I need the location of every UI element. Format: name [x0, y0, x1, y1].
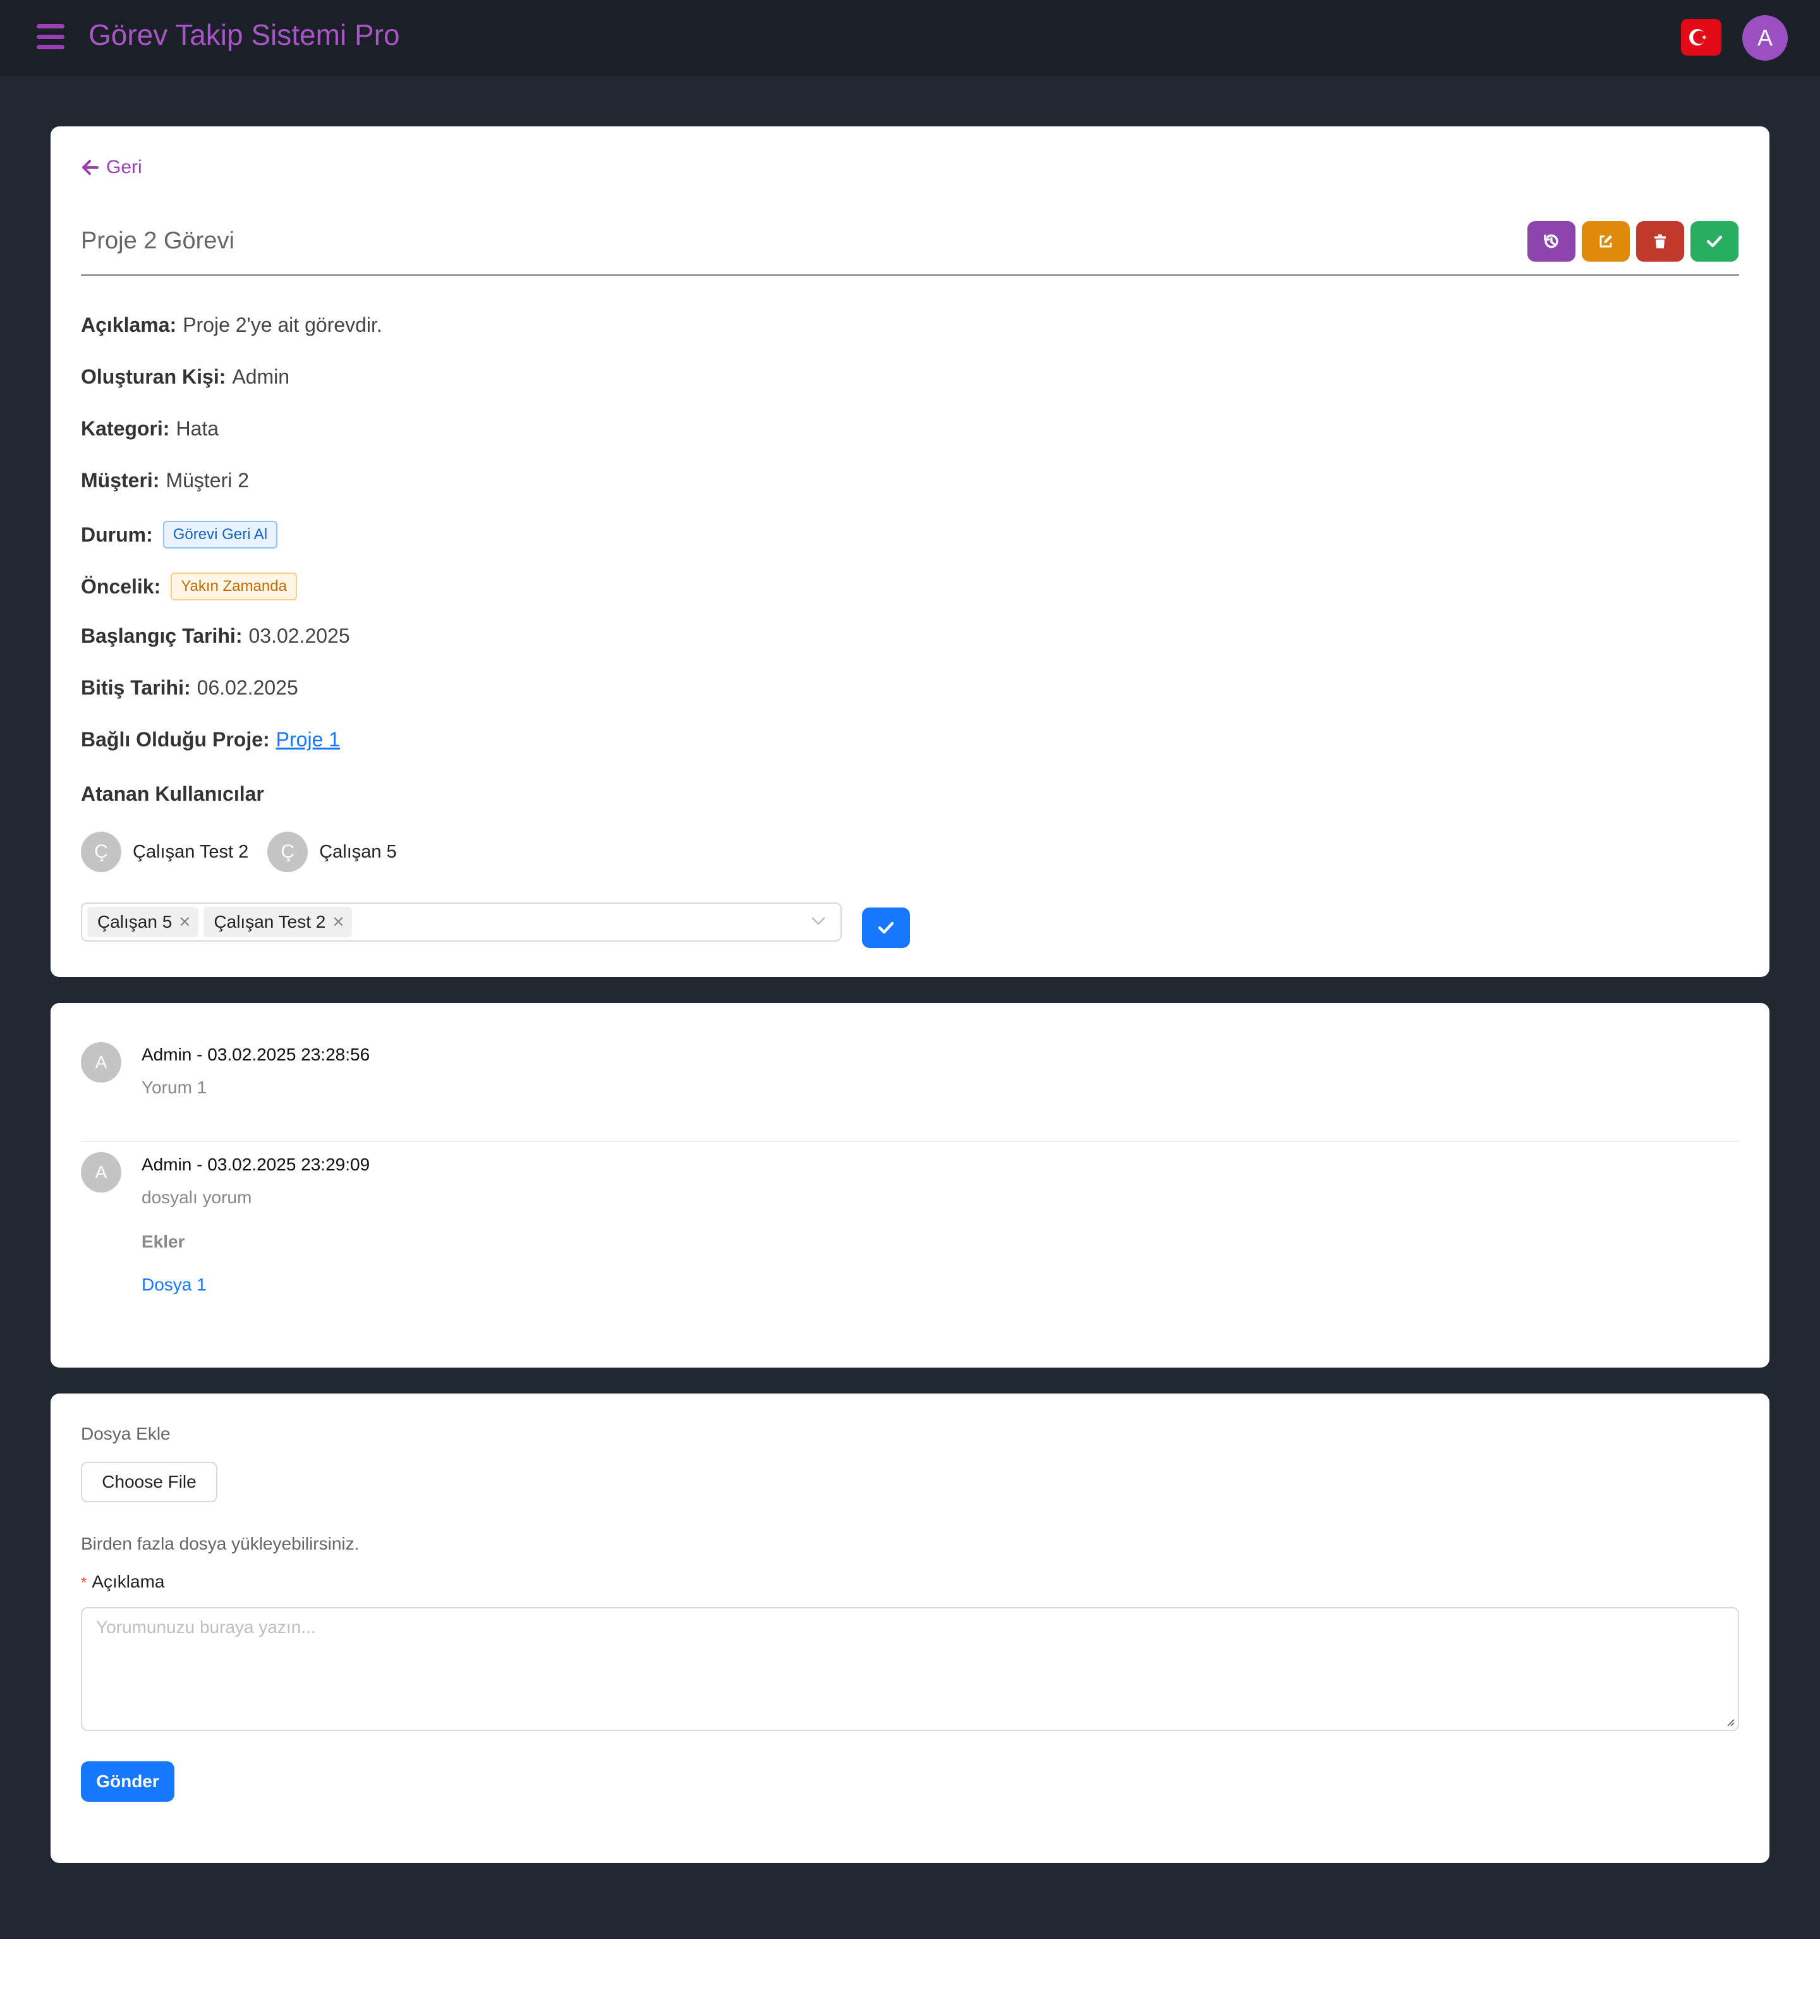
- field-value: Hata: [176, 417, 219, 440]
- description-label-text: Açıklama: [92, 1572, 165, 1591]
- comment-text: Yorum 1: [142, 1078, 207, 1097]
- field-value: Admin: [232, 365, 290, 388]
- field-label: Durum:: [81, 523, 153, 546]
- resize-handle-icon[interactable]: [1724, 1716, 1735, 1727]
- assigned-users-heading: Atanan Kullanıcılar: [81, 782, 264, 805]
- comment-form-card: Dosya Ekle Choose File Birden fazla dosy…: [51, 1394, 1769, 1863]
- choose-file-button[interactable]: Choose File: [81, 1462, 217, 1502]
- chevron-down-icon[interactable]: [810, 913, 827, 929]
- close-icon[interactable]: ✕: [178, 913, 191, 932]
- field-label: Müşteri:: [81, 469, 160, 492]
- attachments-title: Ekler: [142, 1232, 185, 1251]
- close-icon[interactable]: ✕: [332, 913, 344, 932]
- field-value: 03.02.2025: [248, 624, 350, 647]
- check-icon: [878, 921, 894, 934]
- file-upload-label: Dosya Ekle: [81, 1424, 171, 1443]
- field-start-date: Başlangıç Tarihi: 03.02.2025: [81, 624, 350, 648]
- history-button[interactable]: [1527, 221, 1575, 262]
- field-creator: Oluşturan Kişi: Admin: [81, 365, 289, 389]
- comment-meta: Admin - 03.02.2025 23:28:56: [142, 1045, 370, 1064]
- user-name: Çalışan Test 2: [133, 841, 249, 862]
- avatar: Ç: [81, 832, 121, 872]
- arrow-left-icon: [82, 160, 99, 175]
- assign-users-select[interactable]: Çalışan 5 ✕ Çalışan Test 2 ✕: [81, 902, 842, 942]
- field-customer: Müşteri: Müşteri 2: [81, 469, 249, 492]
- page: Görev Takip Sistemi Pro A Geri Proje 2 G…: [0, 0, 1820, 2016]
- select-chip: Çalışan Test 2 ✕: [203, 907, 353, 937]
- save-assignees-button[interactable]: [862, 908, 910, 948]
- task-detail-card: Geri Proje 2 Görevi Açıklama: Proje 2'ye…: [51, 126, 1769, 977]
- assigned-user: Ç Çalışan Test 2: [81, 832, 248, 872]
- field-status: Durum: Görevi Geri Al: [81, 521, 278, 549]
- field-label: Öncelik:: [81, 574, 161, 598]
- description-label: * Açıklama: [81, 1572, 165, 1592]
- field-description: Açıklama: Proje 2'ye ait görevdir.: [81, 313, 382, 337]
- assigned-users-list: Ç Çalışan Test 2 Ç Çalışan 5: [81, 832, 404, 872]
- field-priority: Öncelik: Yakın Zamanda: [81, 573, 297, 600]
- menu-icon[interactable]: [37, 24, 64, 49]
- field-category: Kategori: Hata: [81, 417, 219, 440]
- comments-card: A Admin - 03.02.2025 23:28:56 Yorum 1 A …: [51, 1003, 1769, 1368]
- edit-button[interactable]: [1582, 221, 1630, 262]
- field-project: Bağlı Olduğu Proje: Proje 1: [81, 728, 340, 751]
- back-link[interactable]: Geri: [81, 157, 142, 178]
- field-label: Açıklama:: [81, 313, 177, 336]
- turkish-flag-icon[interactable]: [1681, 19, 1721, 56]
- title-divider: [81, 274, 1739, 276]
- avatar: Ç: [267, 832, 308, 872]
- field-value: 06.02.2025: [197, 676, 298, 699]
- comment-meta: Admin - 03.02.2025 23:29:09: [142, 1155, 370, 1174]
- attachment-link[interactable]: Dosya 1: [142, 1275, 207, 1295]
- chip-label: Çalışan Test 2: [214, 912, 326, 932]
- status-badge[interactable]: Görevi Geri Al: [162, 521, 278, 549]
- comment-divider: [81, 1141, 1739, 1142]
- field-label: Bitiş Tarihi:: [81, 676, 191, 699]
- check-icon: [1706, 235, 1723, 248]
- field-label: Başlangıç Tarihi:: [81, 624, 243, 647]
- submit-button[interactable]: Gönder: [81, 1761, 174, 1802]
- file-hint: Birden fazla dosya yükleyebilirsiniz.: [81, 1534, 360, 1553]
- field-end-date: Bitiş Tarihi: 06.02.2025: [81, 676, 298, 700]
- avatar: A: [81, 1152, 121, 1193]
- textarea-placeholder: Yorumunuzu buraya yazın...: [96, 1617, 316, 1637]
- project-link[interactable]: Proje 1: [276, 728, 340, 751]
- task-actions: [1527, 221, 1738, 262]
- comment-textarea[interactable]: Yorumunuzu buraya yazın...: [81, 1607, 1739, 1731]
- delete-button[interactable]: [1636, 221, 1684, 262]
- edit-icon: [1599, 235, 1612, 248]
- user-avatar[interactable]: A: [1742, 15, 1788, 61]
- complete-button[interactable]: [1690, 221, 1738, 262]
- assigned-user: Ç Çalışan 5: [267, 832, 397, 872]
- task-title: Proje 2 Görevi: [81, 228, 234, 254]
- trash-icon: [1654, 234, 1666, 248]
- required-mark: *: [81, 1574, 87, 1591]
- history-icon: [1544, 234, 1558, 248]
- avatar: A: [81, 1042, 121, 1083]
- user-name: Çalışan 5: [319, 841, 397, 862]
- field-value: Proje 2'ye ait görevdir.: [183, 313, 382, 336]
- field-label: Oluşturan Kişi:: [81, 365, 226, 388]
- field-label: Kategori:: [81, 417, 170, 440]
- chip-label: Çalışan 5: [97, 912, 173, 932]
- priority-badge: Yakın Zamanda: [171, 573, 297, 600]
- top-navbar: Görev Takip Sistemi Pro A: [0, 0, 1820, 76]
- back-label: Geri: [106, 157, 142, 178]
- field-label: Bağlı Olduğu Proje:: [81, 728, 270, 751]
- select-chip: Çalışan 5 ✕: [87, 907, 199, 937]
- comment-text: dosyalı yorum: [142, 1187, 252, 1207]
- app-title[interactable]: Görev Takip Sistemi Pro: [88, 18, 400, 52]
- field-value: Müşteri 2: [166, 469, 250, 492]
